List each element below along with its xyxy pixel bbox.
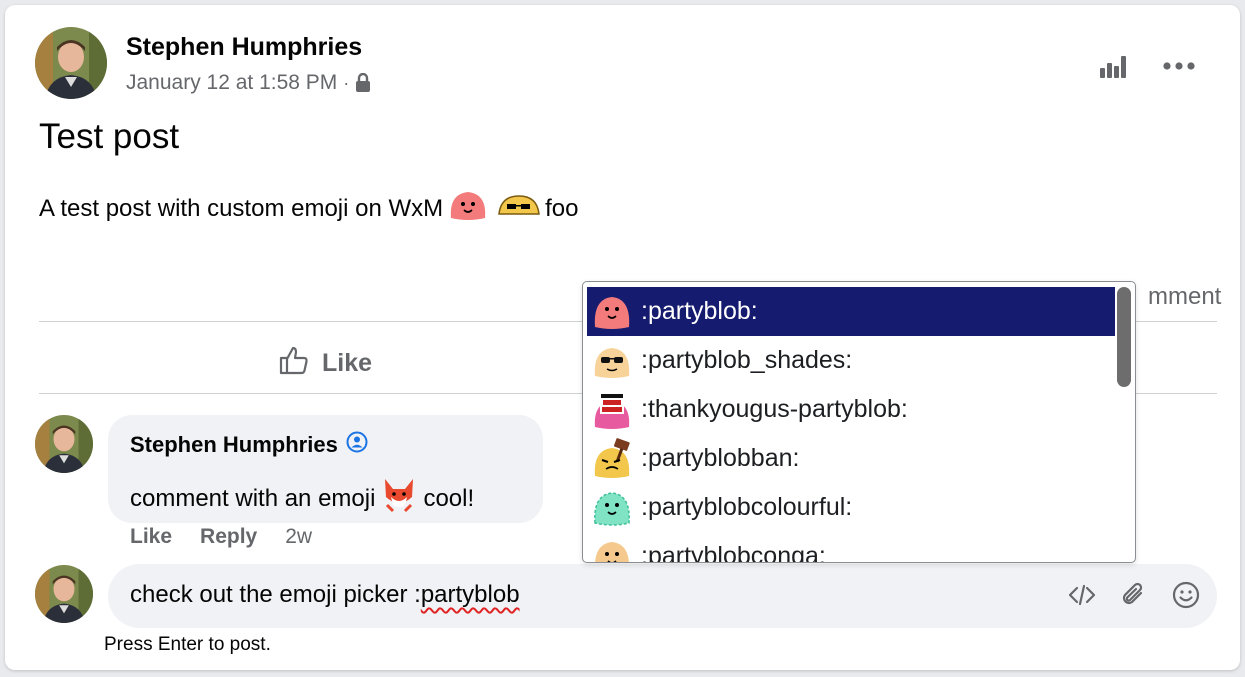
meta-separator: · [343,72,350,93]
partyblob-shades-emoji-icon [497,190,541,227]
thumbs-up-icon [278,344,310,383]
like-label: Like [322,349,373,377]
fox-emoji-icon [379,475,419,522]
emoji-suggestion-label: :partyblobban: [641,444,800,472]
commenter-avatar[interactable] [35,415,93,473]
comment-author-name[interactable]: Stephen Humphries [130,432,338,458]
author-avatar[interactable] [35,27,107,99]
code-icon[interactable] [1067,580,1097,610]
composer-text-prefix: check out the emoji picker : [130,581,421,608]
emoji-suggestion-label: :partyblobconga: [641,542,826,563]
composer-hint: Press Enter to post. [104,634,271,655]
partyblob-emoji-icon [447,188,489,229]
comment-composer-input[interactable]: check out the emoji picker :partyblob [108,564,1217,628]
verified-badge-icon [346,431,368,459]
post-body: A test post with custom emoji on WxM foo [39,188,579,229]
thankyougus-partyblob-emoji-icon [591,389,633,431]
lock-icon [355,73,371,93]
comment-text-before: comment with an emoji [130,484,376,512]
emoji-suggestion-partyblobconga[interactable]: :partyblobconga: [587,532,1115,563]
bar-chart-icon[interactable] [1095,48,1131,84]
composer-avatar[interactable] [35,565,93,623]
post-author-name[interactable]: Stephen Humphries [126,33,362,62]
composer-text[interactable]: check out the emoji picker :partyblob [130,581,520,609]
emoji-autocomplete-dropdown: :partyblob: :partyblob_shades: :thankyou… [582,281,1136,563]
emoji-suggestion-label: :partyblob_shades: [641,346,853,374]
emoji-suggestion-partyblob-shades[interactable]: :partyblob_shades: [587,336,1115,385]
composer-text-misspelled: partyblob [420,581,520,608]
dropdown-scrollbar-thumb[interactable] [1117,287,1131,387]
comment-author-row: Stephen Humphries [130,431,368,459]
more-dots-icon[interactable] [1161,48,1197,84]
post-timestamp[interactable]: January 12 at 1:58 PM [126,71,337,95]
post-meta: January 12 at 1:58 PM · [126,71,371,95]
emoji-suggestion-label: :partyblobcolourful: [641,493,853,521]
comment-text-after: cool! [423,484,475,512]
comment-bubble: Stephen Humphries comment with an emoji … [108,415,543,523]
paperclip-icon[interactable] [1119,580,1149,610]
emoji-suggestion-label: :partyblob: [641,297,758,325]
comment-count-link[interactable]: mment [1148,283,1221,311]
comment-like-link[interactable]: Like [130,525,172,549]
emoji-suggestion-thankyougus-partyblob[interactable]: :thankyougus-partyblob: [587,385,1115,434]
partyblobcolourful-emoji-icon [591,487,633,529]
emoji-suggestion-partyblob[interactable]: :partyblob: [587,287,1115,336]
partyblobban-emoji-icon [591,437,633,480]
emoji-suggestion-partyblobban[interactable]: :partyblobban: [587,434,1115,483]
smiley-icon[interactable] [1171,580,1201,610]
dropdown-scrollbar[interactable] [1117,287,1131,559]
partyblobconga-emoji-icon [591,536,633,562]
like-button[interactable]: Like [278,344,372,383]
comment-text: comment with an emoji cool! [130,475,474,522]
emoji-suggestion-label: :thankyougus-partyblob: [641,395,908,423]
comment-reply-link[interactable]: Reply [200,525,257,549]
composer-icons [1067,580,1201,610]
post-body-text: A test post with custom emoji on WxM [39,194,444,222]
post-title: Test post [39,117,180,156]
emoji-suggestion-partyblobcolourful[interactable]: :partyblobcolourful: [587,483,1115,532]
comment-age[interactable]: 2w [285,525,312,549]
comment-actions: Like Reply 2w [130,525,312,549]
partyblob-shades-emoji-icon [591,340,633,382]
partyblob-emoji-icon [591,291,633,333]
emoji-suggestion-list: :partyblob: :partyblob_shades: :thankyou… [587,287,1115,563]
post-body-suffix: foo [545,194,579,222]
